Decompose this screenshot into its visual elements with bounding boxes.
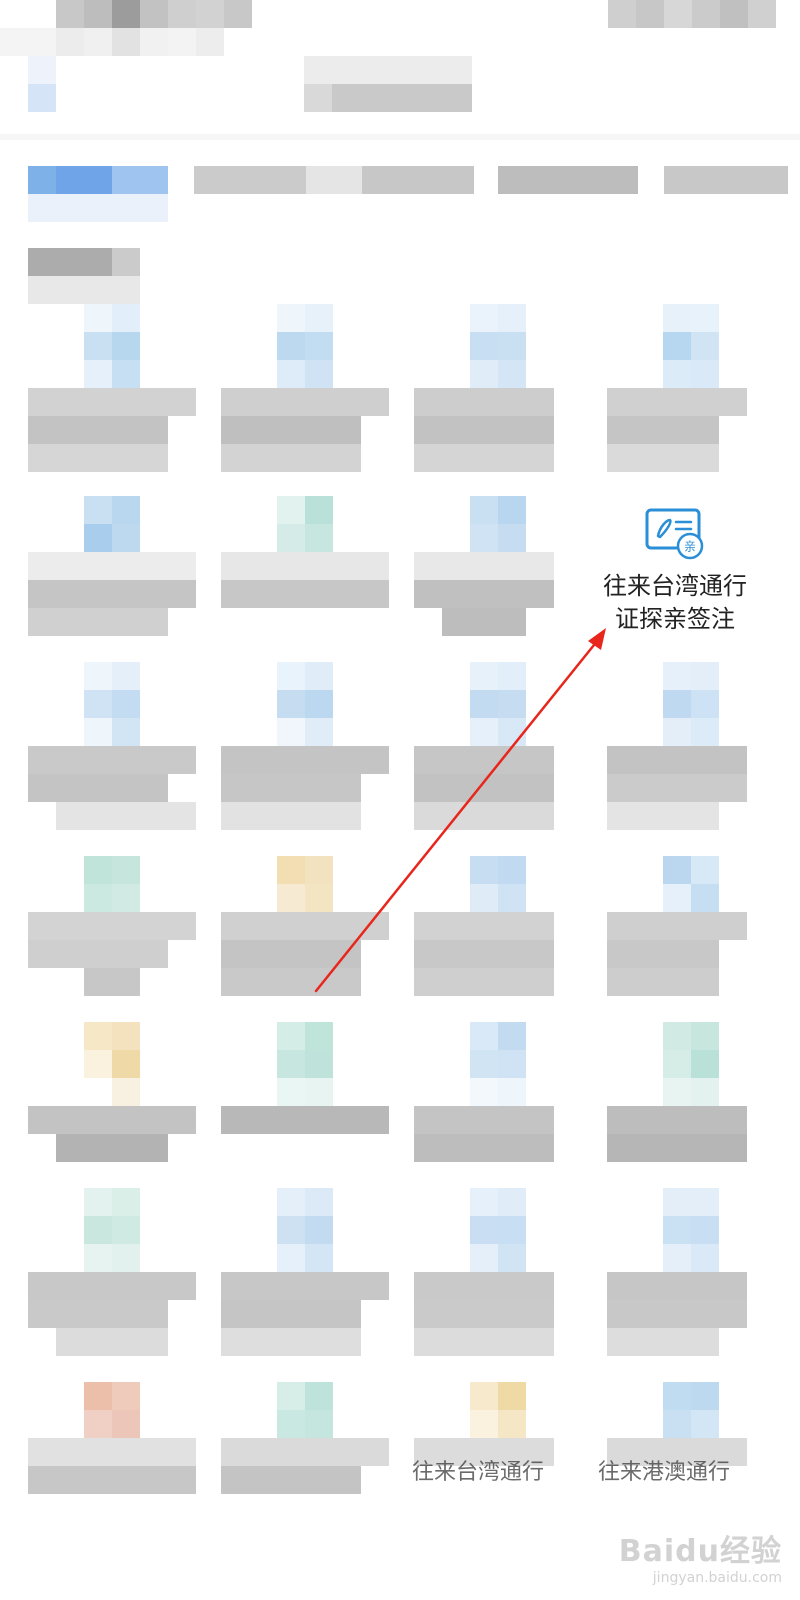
baidu-jingyan-watermark: Baidu经验 jingyan.baidu.com [619, 1526, 782, 1586]
watermark-brand: Baidu经验 [618, 1534, 782, 1569]
annotation-arrow [314, 628, 606, 993]
watermark-url: jingyan.baidu.com [652, 1570, 782, 1586]
